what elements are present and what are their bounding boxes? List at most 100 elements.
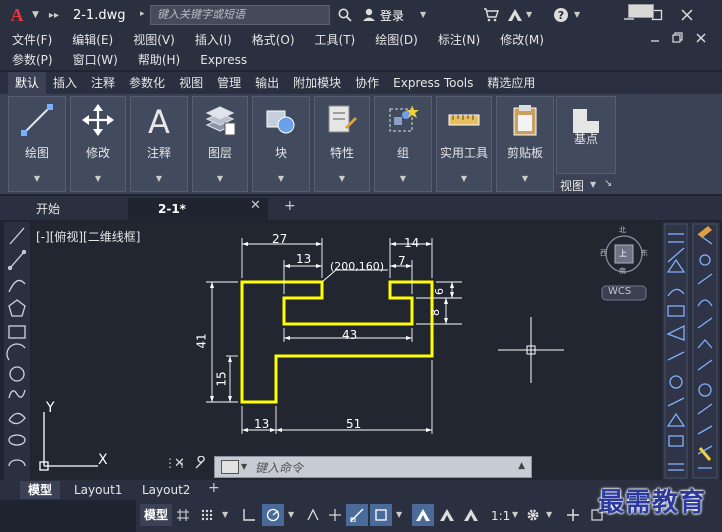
search-input[interactable]: 键入关键字或短语 <box>150 5 330 25</box>
ribbon-tab-10[interactable]: 精选应用 <box>480 72 542 94</box>
menu-item-5[interactable]: 工具(T) <box>303 30 364 50</box>
new-tab-icon[interactable]: + <box>284 198 296 214</box>
tab-drawing-2-1[interactable]: 2-1* <box>128 198 268 220</box>
compass-west[interactable]: 西 <box>600 248 607 258</box>
grid-icon[interactable] <box>172 504 194 526</box>
polar-tracking-icon[interactable] <box>262 504 284 526</box>
ribbon-tab-9[interactable]: Express Tools <box>386 72 480 94</box>
view-panel-caret-icon[interactable]: ▼ <box>590 180 596 189</box>
menu-item-4[interactable]: 格式(O) <box>240 30 303 50</box>
annotation-visibility-icon[interactable] <box>412 504 434 526</box>
menu-item-r2-1[interactable]: 窗口(W) <box>61 50 126 70</box>
cart-icon[interactable] <box>480 4 502 26</box>
tab-close-icon[interactable]: ✕ <box>250 198 261 213</box>
a360-caret-icon[interactable]: ▼ <box>526 10 532 19</box>
ribbon-tab-1[interactable]: 插入 <box>46 72 84 94</box>
ribbon-tab-0[interactable]: 默认 <box>8 72 47 94</box>
drawing-canvas[interactable]: [-][俯视][二维线框] 27 13 (200,160) 14 7 6 8 4… <box>32 222 660 480</box>
menu-item-3[interactable]: 插入(I) <box>183 30 240 50</box>
quick-access-expand-icon[interactable]: ▸▸ <box>49 10 59 21</box>
annotation-scale-value[interactable]: 1:1 <box>491 509 510 523</box>
compass-east[interactable]: 东 <box>641 248 648 258</box>
view-panel-label[interactable]: 视图 <box>560 177 584 194</box>
help-caret-icon[interactable]: ▼ <box>574 10 580 19</box>
ribbon-tab-7[interactable]: 附加模块 <box>286 72 348 94</box>
compass-south[interactable]: 南 <box>619 266 626 276</box>
command-input[interactable]: 键入命令 <box>255 459 303 476</box>
snap-caret-icon[interactable]: ▼ <box>222 510 228 519</box>
ribbon-panel-9[interactable]: 基点 <box>556 96 616 174</box>
login-button[interactable]: 登录 <box>380 7 404 24</box>
cmdline-customize-icon[interactable] <box>194 455 208 474</box>
tab-model[interactable]: 模型 <box>20 481 61 499</box>
user-icon[interactable] <box>358 4 380 26</box>
snap-2d-icon[interactable] <box>370 504 392 526</box>
isodraft-icon[interactable] <box>302 504 324 526</box>
app-menu-caret-icon[interactable]: ▼ <box>32 10 39 20</box>
ribbon-minimize-caret-icon[interactable]: ▬▾ <box>632 78 642 86</box>
compass-north[interactable]: 北 <box>619 225 626 235</box>
autodesk-a360-icon[interactable] <box>504 4 526 26</box>
search-expand-icon[interactable]: ▸ <box>140 9 145 19</box>
model-space-button[interactable]: 模型 <box>140 504 173 526</box>
workspace-gear-icon[interactable] <box>522 504 544 526</box>
snap-icon[interactable] <box>196 504 218 526</box>
ribbon-panel-0[interactable]: 绘图 ▼ <box>8 96 66 192</box>
ribbon-panel-3[interactable]: 图层 ▼ <box>192 96 248 192</box>
panel-expand-caret-icon[interactable]: ▼ <box>9 174 65 183</box>
doc-restore-icon[interactable] <box>672 32 684 47</box>
search-icon[interactable] <box>334 4 356 26</box>
ortho-icon[interactable] <box>238 504 260 526</box>
menu-item-6[interactable]: 绘图(D) <box>363 30 426 50</box>
plus-icon[interactable] <box>562 504 584 526</box>
help-icon[interactable]: ? <box>550 4 572 26</box>
cmdline-close-icon[interactable]: ✕ <box>174 456 185 471</box>
ribbon-tab-8[interactable]: 协作 <box>348 72 386 94</box>
osnap-caret-icon[interactable]: ▼ <box>396 510 402 519</box>
close-icon[interactable] <box>676 4 698 26</box>
command-line[interactable]: ▼ 键入命令 ▲ <box>214 456 532 478</box>
login-caret-icon[interactable]: ▼ <box>420 10 426 19</box>
add-layout-icon[interactable]: + <box>208 480 220 496</box>
menu-item-8[interactable]: 修改(M) <box>488 30 552 50</box>
ribbon-panel-6[interactable]: 组 ▼ <box>374 96 432 192</box>
autoscale-icon[interactable] <box>436 504 458 526</box>
panel-expand-caret-icon[interactable]: ▼ <box>375 174 431 183</box>
ribbon-panel-2[interactable]: A 注释 ▼ <box>130 96 188 192</box>
cmd-recent-caret-icon[interactable]: ▼ <box>241 462 247 471</box>
menu-item-2[interactable]: 视图(V) <box>121 30 183 50</box>
cmd-prompt-icon[interactable] <box>221 460 239 474</box>
annotation-scale-icon[interactable] <box>460 504 482 526</box>
ribbon-tab-2[interactable]: 注释 <box>84 72 122 94</box>
scale-caret-icon[interactable]: ▼ <box>512 510 518 519</box>
menu-item-r2-2[interactable]: 帮助(H) <box>126 50 188 70</box>
panel-expand-caret-icon[interactable]: ▼ <box>131 174 187 183</box>
autocad-logo-icon[interactable]: A <box>6 4 28 26</box>
ribbon-tab-5[interactable]: 管理 <box>210 72 248 94</box>
doc-close-icon[interactable] <box>696 32 706 46</box>
ribbon-panel-1[interactable]: 修改 ▼ <box>70 96 126 192</box>
menu-item-7[interactable]: 标注(N) <box>426 30 488 50</box>
view-panel-launcher-icon[interactable]: ↘ <box>604 178 612 189</box>
panel-expand-caret-icon[interactable]: ▼ <box>437 174 491 183</box>
panel-expand-caret-icon[interactable]: ▼ <box>193 174 247 183</box>
ribbon-tab-3[interactable]: 参数化 <box>122 72 172 94</box>
ribbon-panel-5[interactable]: 特性 ▼ <box>314 96 370 192</box>
menu-item-0[interactable]: 文件(F) <box>0 30 60 50</box>
viewcube-top-face[interactable]: 上 <box>619 248 627 259</box>
ribbon-panel-4[interactable]: 块 ▼ <box>252 96 310 192</box>
ribbon-minimize-icon[interactable] <box>628 4 654 18</box>
cmd-history-icon[interactable]: ▲ <box>518 461 525 471</box>
panel-expand-caret-icon[interactable]: ▼ <box>71 174 125 183</box>
tab-layout2[interactable]: Layout2 <box>134 481 198 499</box>
doc-minimize-icon[interactable] <box>650 32 660 46</box>
ribbon-tab-4[interactable]: 视图 <box>172 72 210 94</box>
panel-expand-caret-icon[interactable]: ▼ <box>315 174 369 183</box>
object-snap-icon[interactable] <box>346 504 368 526</box>
ribbon-panel-7[interactable]: 实用工具 ▼ <box>436 96 492 192</box>
workspace-caret-icon[interactable]: ▼ <box>546 510 552 519</box>
panel-expand-caret-icon[interactable]: ▼ <box>253 174 309 183</box>
tab-start[interactable]: 开始 <box>6 198 124 220</box>
ribbon-tab-6[interactable]: 输出 <box>248 72 286 94</box>
wcs-button[interactable]: WCS <box>608 286 631 297</box>
